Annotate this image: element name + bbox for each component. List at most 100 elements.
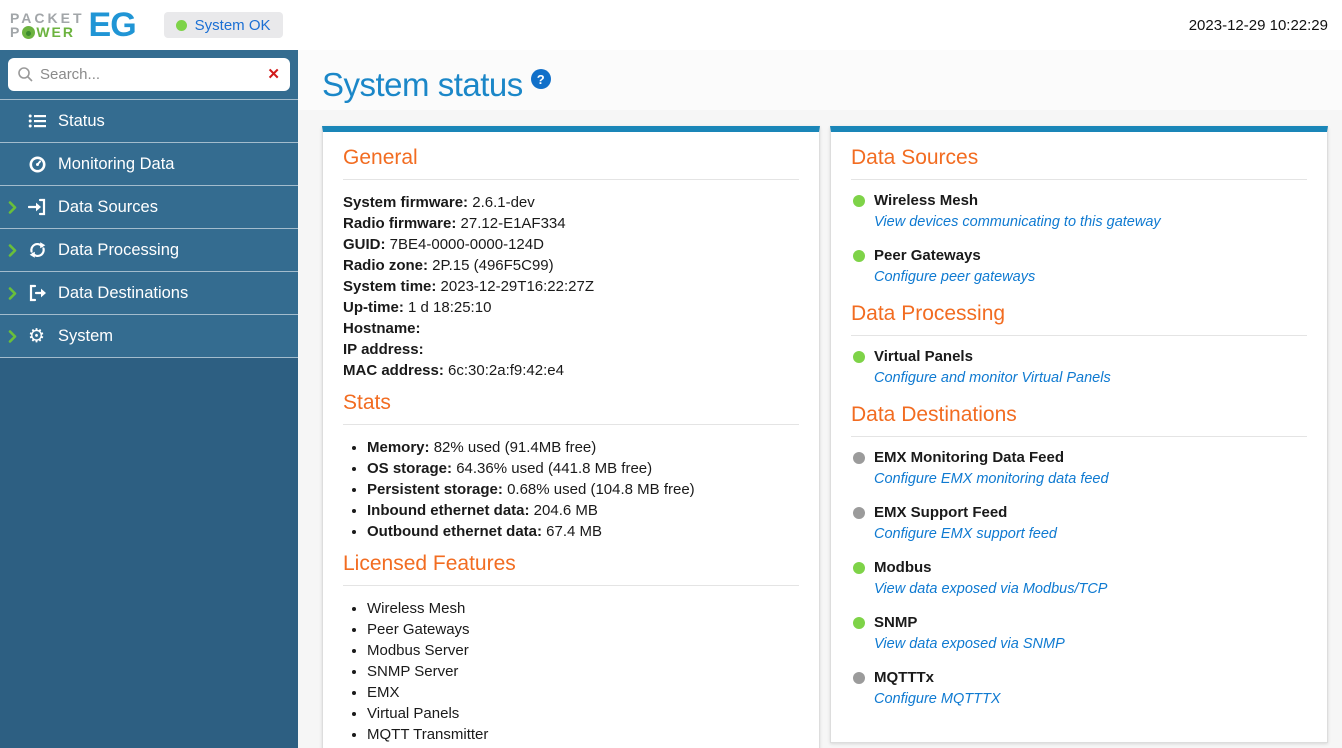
service-link[interactable]: Configure and monitor Virtual Panels xyxy=(874,370,1111,386)
logo-packet-text: PACKET xyxy=(10,10,85,26)
chevron-right-icon xyxy=(8,243,28,257)
list-item: MQTT Transmitter xyxy=(367,724,799,745)
search-box: ✕ xyxy=(8,58,290,91)
list-item: Outbound ethernet data: 67.4 MB xyxy=(367,521,799,542)
status-dot-icon xyxy=(853,562,865,574)
field-row: Radio firmware: 27.12-E1AF334 xyxy=(343,215,566,232)
status-dot-icon xyxy=(853,250,865,262)
service-name: EMX Support Feed xyxy=(874,504,1008,521)
service-entry: MQTTTx Configure MQTTTX xyxy=(853,669,1307,708)
service-name: Peer Gateways xyxy=(874,247,981,264)
service-entry: Virtual Panels Configure and monitor Vir… xyxy=(853,348,1307,387)
field-row: Radio zone: 2P.15 (496F5C99) xyxy=(343,257,554,274)
sidebar-item-data-destinations[interactable]: Data Destinations xyxy=(0,272,298,315)
status-dot-icon xyxy=(853,617,865,629)
sidebar-item-label: Data Destinations xyxy=(58,283,189,302)
sidebar-item-label: Status xyxy=(58,111,105,130)
service-entry: EMX Support Feed Configure EMX support f… xyxy=(853,504,1307,543)
list-item: Wireless Mesh xyxy=(367,598,799,619)
service-link[interactable]: Configure EMX support feed xyxy=(874,526,1057,542)
field-row: MAC address: 6c:30:2a:f9:42:e4 xyxy=(343,362,564,379)
sidebar-item-label: Monitoring Data xyxy=(58,154,175,173)
clock: 2023-12-29 10:22:29 xyxy=(1188,16,1328,34)
section-heading-data-destinations: Data Destinations xyxy=(851,403,1017,426)
service-name: SNMP xyxy=(874,614,918,631)
service-entry: EMX Monitoring Data Feed Configure EMX m… xyxy=(853,449,1307,488)
status-dot-icon xyxy=(853,672,865,684)
search-icon xyxy=(17,66,34,88)
list-item: OS storage: 64.36% used (441.8 MB free) xyxy=(367,458,799,479)
service-link[interactable]: Configure peer gateways xyxy=(874,269,1035,285)
app-root: PACKET P WER EG System OK 2023-12-29 10:2… xyxy=(0,0,1342,748)
sidebar-item-label: Data Sources xyxy=(58,197,158,216)
status-dot-icon xyxy=(853,195,865,207)
field-row: System firmware: 2.6.1-dev xyxy=(343,194,535,211)
sidebar-item-label: System xyxy=(58,326,114,345)
globe-icon xyxy=(22,25,36,39)
top-header: PACKET P WER EG System OK 2023-12-29 10:2… xyxy=(0,0,1342,50)
sidebar-item-monitoring-data[interactable]: Monitoring Data xyxy=(0,143,298,186)
service-name: EMX Monitoring Data Feed xyxy=(874,449,1065,466)
list-icon xyxy=(28,112,58,130)
gear-icon: ⚙ xyxy=(28,324,46,347)
chevron-right-icon xyxy=(8,329,28,343)
field-row: System time: 2023-12-29T16:22:27Z xyxy=(343,278,594,295)
list-item: Modbus Server xyxy=(367,640,799,661)
clear-search-icon[interactable]: ✕ xyxy=(267,65,280,83)
service-entry: Modbus View data exposed via Modbus/TCP xyxy=(853,559,1307,598)
service-name: MQTTTx xyxy=(874,669,934,686)
logo-power-text: P xyxy=(10,24,22,40)
list-item: Persistent storage: 0.68% used (104.8 MB… xyxy=(367,479,799,500)
page-title: System status xyxy=(322,66,523,103)
status-dot-icon xyxy=(853,507,865,519)
sidebar-item-status[interactable]: Status xyxy=(0,100,298,143)
help-icon[interactable]: ? xyxy=(530,69,551,89)
service-link[interactable]: View data exposed via SNMP xyxy=(874,636,1065,652)
service-link[interactable]: Configure MQTTTX xyxy=(874,691,1001,707)
service-link[interactable]: View data exposed via Modbus/TCP xyxy=(874,581,1107,597)
sidebar-item-label: Data Processing xyxy=(58,240,180,259)
section-heading-data-sources: Data Sources xyxy=(851,146,979,169)
service-link[interactable]: View devices communicating to this gatew… xyxy=(874,214,1161,230)
list-item: Virtual Panels xyxy=(367,703,799,724)
system-ok-badge[interactable]: System OK xyxy=(163,12,283,38)
service-entry: SNMP View data exposed via SNMP xyxy=(853,614,1307,653)
service-entry: Peer Gateways Configure peer gateways xyxy=(853,247,1307,286)
general-panel: General System firmware: 2.6.1-dev Radio… xyxy=(322,126,820,748)
licensed-features-list: Wireless Mesh Peer Gateways Modbus Serve… xyxy=(343,598,799,745)
search-input[interactable] xyxy=(8,58,290,91)
sign-out-icon xyxy=(28,284,58,302)
sidebar: ✕ Status Monitoring Data xyxy=(0,50,298,748)
field-row: Up-time: 1 d 18:25:10 xyxy=(343,299,492,316)
chevron-right-icon xyxy=(8,286,28,300)
section-heading-stats: Stats xyxy=(343,391,391,414)
section-heading-data-processing: Data Processing xyxy=(851,302,1006,325)
list-item: SNMP Server xyxy=(367,661,799,682)
service-name: Virtual Panels xyxy=(874,348,973,365)
sign-in-icon xyxy=(28,198,58,216)
services-status-panel: Data Sources Wireless Mesh View devices … xyxy=(830,126,1328,743)
app-logo[interactable]: PACKET P WER EG xyxy=(10,6,137,45)
sidebar-item-system[interactable]: ⚙ System xyxy=(0,315,298,358)
sidebar-item-data-processing[interactable]: Data Processing xyxy=(0,229,298,272)
service-link[interactable]: Configure EMX monitoring data feed xyxy=(874,471,1109,487)
service-name: Modbus xyxy=(874,559,932,576)
section-heading-licensed-features: Licensed Features xyxy=(343,552,516,575)
sidebar-item-data-sources[interactable]: Data Sources xyxy=(0,186,298,229)
list-item: EMX xyxy=(367,682,799,703)
status-dot-icon xyxy=(853,452,865,464)
list-item: Peer Gateways xyxy=(367,619,799,640)
field-row: Hostname: xyxy=(343,320,421,337)
gauge-icon xyxy=(28,155,58,174)
field-row: GUID: 7BE4-0000-0000-124D xyxy=(343,236,544,253)
service-entry: Wireless Mesh View devices communicating… xyxy=(853,192,1307,231)
sidebar-nav: Status Monitoring Data Data Sources Data… xyxy=(0,99,298,358)
field-row: IP address: xyxy=(343,341,424,358)
status-badge-label: System OK xyxy=(194,16,271,34)
list-item: Inbound ethernet data: 204.6 MB xyxy=(367,500,799,521)
status-dot-icon xyxy=(853,351,865,363)
chevron-right-icon xyxy=(8,200,28,214)
section-heading-general: General xyxy=(343,146,418,169)
status-ok-dot-icon xyxy=(175,19,187,31)
stats-list: Memory: 82% used (91.4MB free) OS storag… xyxy=(343,437,799,542)
